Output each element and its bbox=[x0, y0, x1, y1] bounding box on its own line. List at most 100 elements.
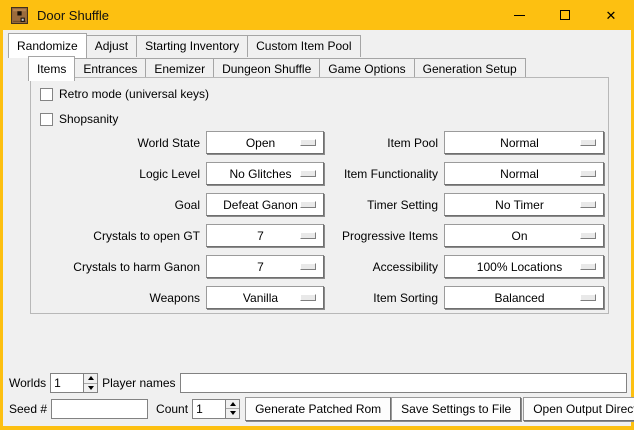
worlds-input[interactable] bbox=[50, 373, 83, 393]
crystals-open-gt-dropdown[interactable]: 7 bbox=[206, 224, 324, 247]
world-state-dropdown[interactable]: Open bbox=[206, 131, 324, 154]
window-content: Randomize Adjust Starting Inventory Cust… bbox=[3, 30, 631, 426]
shopsanity-checkbox-row[interactable]: Shopsanity bbox=[40, 111, 118, 127]
tab-items[interactable]: Items bbox=[28, 56, 75, 81]
player-names-input[interactable] bbox=[180, 373, 628, 393]
logic-level-value: No Glitches bbox=[207, 167, 300, 181]
window-controls: ✕ bbox=[496, 0, 634, 30]
dropdown-indicator-icon bbox=[300, 170, 316, 177]
item-functionality-dropdown[interactable]: Normal bbox=[444, 162, 604, 185]
crystals-open-gt-label: Crystals to open GT bbox=[31, 229, 206, 243]
weapons-label: Weapons bbox=[31, 291, 206, 305]
shopsanity-label: Shopsanity bbox=[59, 112, 118, 126]
progressive-items-dropdown[interactable]: On bbox=[444, 224, 604, 247]
count-spinbox[interactable] bbox=[192, 399, 240, 419]
item-pool-value: Normal bbox=[445, 136, 580, 150]
item-sorting-value: Balanced bbox=[445, 291, 580, 305]
dropdown-indicator-icon bbox=[300, 201, 316, 208]
door-icon bbox=[11, 7, 28, 24]
timer-setting-label: Timer Setting bbox=[324, 198, 444, 212]
goal-label: Goal bbox=[31, 198, 206, 212]
crystals-harm-ganon-dropdown[interactable]: 7 bbox=[206, 255, 324, 278]
maximize-icon bbox=[560, 10, 570, 20]
goal-value: Defeat Ganon bbox=[207, 198, 300, 212]
close-icon: ✕ bbox=[606, 9, 617, 22]
open-output-directory-label: Open Output Directory bbox=[533, 402, 634, 416]
worlds-spin-arrows bbox=[83, 373, 98, 393]
dropdown-indicator-icon bbox=[580, 170, 596, 177]
logic-level-dropdown[interactable]: No Glitches bbox=[206, 162, 324, 185]
crystals-open-gt-value: 7 bbox=[207, 229, 300, 243]
tab-starting-inventory[interactable]: Starting Inventory bbox=[136, 35, 248, 57]
multiworld-row: Worlds Player names bbox=[9, 372, 627, 394]
worlds-label: Worlds bbox=[9, 376, 46, 390]
count-label: Count bbox=[156, 402, 188, 416]
minimize-button[interactable] bbox=[496, 0, 542, 30]
accessibility-dropdown[interactable]: 100% Locations bbox=[444, 255, 604, 278]
item-sorting-label: Item Sorting bbox=[324, 291, 444, 305]
item-functionality-label: Item Functionality bbox=[324, 167, 444, 181]
dropdown-indicator-icon bbox=[580, 201, 596, 208]
maximize-button[interactable] bbox=[542, 0, 588, 30]
dropdown-indicator-icon bbox=[580, 232, 596, 239]
tab-adjust[interactable]: Adjust bbox=[86, 35, 137, 57]
spinner-up-icon bbox=[230, 402, 236, 406]
logic-level-label: Logic Level bbox=[31, 167, 206, 181]
retro-mode-checkbox[interactable] bbox=[40, 88, 53, 101]
shopsanity-checkbox[interactable] bbox=[40, 113, 53, 126]
title-bar[interactable]: Door Shuffle ✕ bbox=[0, 0, 634, 30]
accessibility-label: Accessibility bbox=[324, 260, 444, 274]
timer-setting-value: No Timer bbox=[445, 198, 580, 212]
count-spin-arrows bbox=[225, 399, 240, 419]
progressive-items-label: Progressive Items bbox=[324, 229, 444, 243]
dropdown-indicator-icon bbox=[580, 294, 596, 301]
seed-input[interactable] bbox=[51, 399, 148, 419]
worlds-spinbox[interactable] bbox=[50, 373, 98, 393]
item-functionality-value: Normal bbox=[445, 167, 580, 181]
timer-setting-dropdown[interactable]: No Timer bbox=[444, 193, 604, 216]
window-title: Door Shuffle bbox=[37, 8, 109, 23]
app-window: Door Shuffle ✕ Randomize Adjust Starting… bbox=[0, 0, 634, 430]
item-pool-label: Item Pool bbox=[324, 136, 444, 150]
items-panel: Retro mode (universal keys) Shopsanity W… bbox=[30, 77, 609, 314]
crystals-harm-ganon-value: 7 bbox=[207, 260, 300, 274]
world-state-label: World State bbox=[31, 136, 206, 150]
weapons-value: Vanilla bbox=[207, 291, 300, 305]
generation-row: Seed # Count Generate Patched Rom Save S… bbox=[9, 396, 627, 421]
dropdown-indicator-icon bbox=[580, 139, 596, 146]
minimize-icon bbox=[514, 15, 525, 16]
dropdown-indicator-icon bbox=[300, 294, 316, 301]
spinner-up-button[interactable] bbox=[84, 374, 97, 383]
spinner-down-button[interactable] bbox=[226, 408, 239, 418]
open-output-directory-button[interactable]: Open Output Directory bbox=[523, 397, 634, 421]
generate-patched-rom-label: Generate Patched Rom bbox=[255, 402, 381, 416]
spinner-down-icon bbox=[230, 411, 236, 415]
crystals-harm-ganon-label: Crystals to harm Ganon bbox=[31, 260, 206, 274]
close-button[interactable]: ✕ bbox=[588, 0, 634, 30]
spinner-up-button[interactable] bbox=[226, 400, 239, 409]
count-input[interactable] bbox=[192, 399, 225, 419]
accessibility-value: 100% Locations bbox=[445, 260, 580, 274]
tab-custom-item-pool[interactable]: Custom Item Pool bbox=[247, 35, 360, 57]
weapons-dropdown[interactable]: Vanilla bbox=[206, 286, 324, 309]
dropdown-indicator-icon bbox=[300, 263, 316, 270]
item-sorting-dropdown[interactable]: Balanced bbox=[444, 286, 604, 309]
item-pool-dropdown[interactable]: Normal bbox=[444, 131, 604, 154]
outer-tab-bar: Randomize Adjust Starting Inventory Cust… bbox=[8, 33, 360, 57]
tab-randomize[interactable]: Randomize bbox=[8, 33, 87, 58]
dropdown-indicator-icon bbox=[580, 263, 596, 270]
spinner-down-button[interactable] bbox=[84, 383, 97, 393]
retro-mode-label: Retro mode (universal keys) bbox=[59, 87, 209, 101]
dropdown-indicator-icon bbox=[300, 232, 316, 239]
spinner-up-icon bbox=[88, 376, 94, 380]
save-settings-button[interactable]: Save Settings to File bbox=[391, 397, 521, 421]
goal-dropdown[interactable]: Defeat Ganon bbox=[206, 193, 324, 216]
generate-patched-rom-button[interactable]: Generate Patched Rom bbox=[245, 397, 391, 421]
world-state-value: Open bbox=[207, 136, 300, 150]
retro-mode-checkbox-row[interactable]: Retro mode (universal keys) bbox=[40, 86, 209, 102]
save-settings-label: Save Settings to File bbox=[401, 402, 511, 416]
progressive-items-value: On bbox=[445, 229, 580, 243]
seed-label: Seed # bbox=[9, 402, 47, 416]
spinner-down-icon bbox=[88, 386, 94, 390]
dropdown-indicator-icon bbox=[300, 139, 316, 146]
